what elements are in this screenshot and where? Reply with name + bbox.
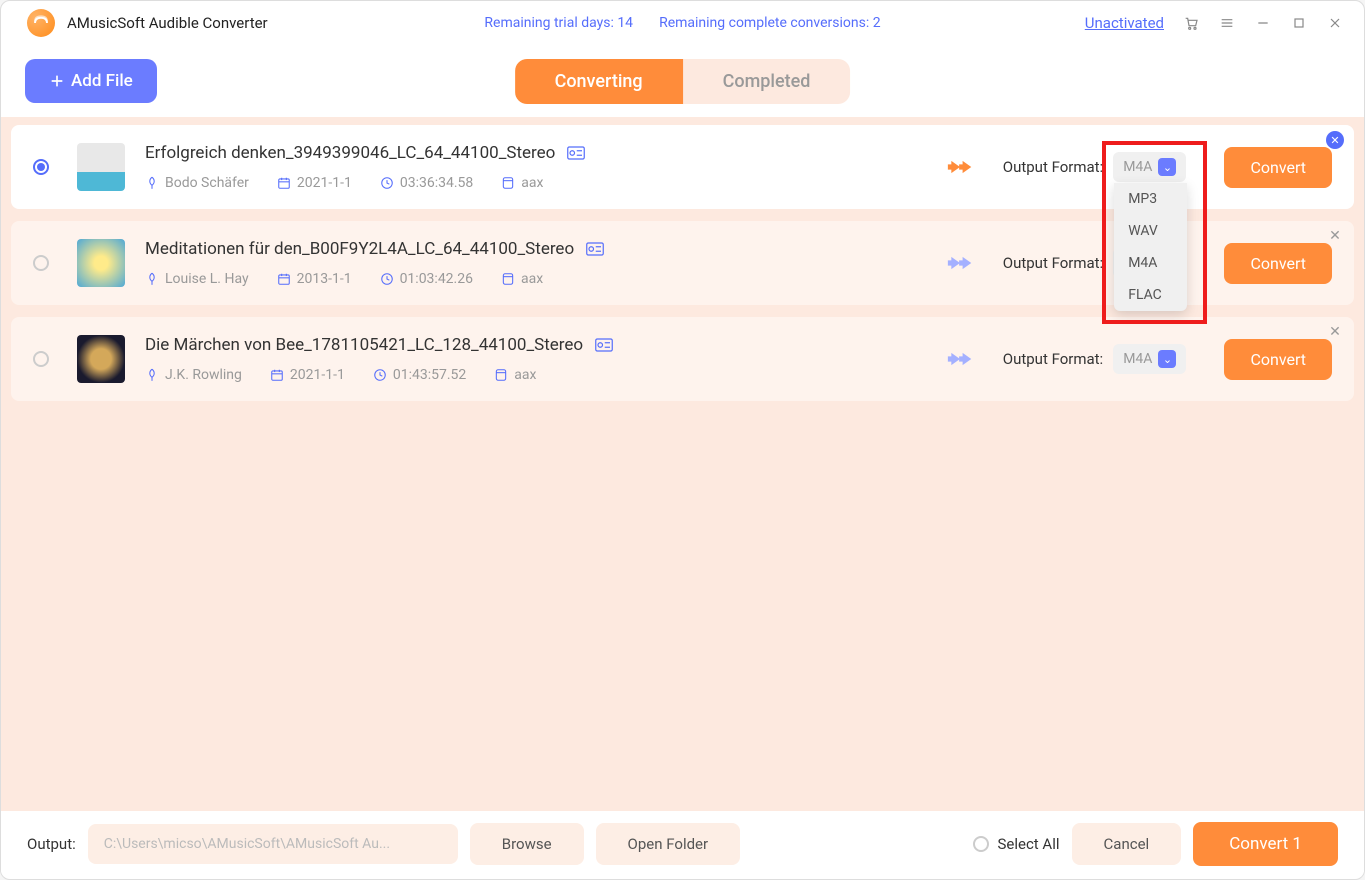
cover-art [77,335,125,383]
close-icon[interactable] [1326,14,1344,32]
app-window: AMusicSoft Audible Converter Remaining t… [0,0,1365,880]
list-item[interactable]: ✕ Die Märchen von Bee_1781105421_LC_128_… [11,317,1354,401]
tab-completed[interactable]: Completed [683,59,851,104]
arrow-icon [947,253,973,273]
convert-button[interactable]: Convert [1224,243,1332,284]
cover-art [77,143,125,191]
add-file-button[interactable]: Add File [25,59,157,103]
menu-icon[interactable] [1218,14,1236,32]
item-info: Erfolgreich denken_3949399046_LC_64_4410… [145,143,917,191]
item-title: Erfolgreich denken_3949399046_LC_64_4410… [145,143,555,163]
dropdown-option[interactable]: M4A [1114,247,1187,279]
output-format-label: Output Format: [1003,158,1103,176]
footer: Output: C:\Users\micso\AMusicSoft\AMusic… [1,811,1364,877]
remove-item-icon[interactable]: ✕ [1326,131,1344,149]
item-meta: J.K. Rowling 2021-1-1 01:43:57.52 aax [145,367,917,383]
item-radio[interactable] [33,159,49,175]
arrow-icon [947,157,973,177]
convert-button[interactable]: Convert [1224,147,1332,188]
output-label: Output: [27,835,76,853]
output-area: Output Format: M4A ⌄ [1003,344,1187,374]
tabs: Converting Completed [515,59,851,104]
toolbar: Add File Converting Completed [1,45,1364,117]
item-radio[interactable] [33,351,49,367]
chevron-down-icon: ⌄ [1158,158,1176,176]
output-format-label: Output Format: [1003,350,1103,368]
edit-metadata-icon[interactable] [567,146,585,160]
convert-all-button[interactable]: Convert 1 [1193,822,1338,866]
titlebar: AMusicSoft Audible Converter Remaining t… [1,1,1364,45]
output-path[interactable]: C:\Users\micso\AMusicSoft\AMusicSoft Au.… [88,824,458,864]
remaining-conversions: Remaining complete conversions: 2 [659,15,881,31]
edit-metadata-icon[interactable] [586,242,604,256]
item-info: Die Märchen von Bee_1781105421_LC_128_44… [145,335,917,383]
format-select[interactable]: M4A ⌄ [1113,152,1186,182]
app-title: AMusicSoft Audible Converter [67,14,268,32]
maximize-icon[interactable] [1290,14,1308,32]
format-dropdown[interactable]: MP3 WAV M4A FLAC [1114,183,1187,311]
item-info: Meditationen für den_B00F9Y2L4A_LC_64_44… [145,239,917,287]
trial-days: Remaining trial days: 14 [484,15,633,31]
select-all-radio[interactable] [973,836,989,852]
app-logo-icon [27,9,55,37]
cart-icon[interactable] [1182,14,1200,32]
output-format-label: Output Format: [1003,254,1103,272]
item-meta: Bodo Schäfer 2021-1-1 03:36:34.58 aax [145,175,917,191]
format-select[interactable]: M4A ⌄ [1113,344,1186,374]
titlebar-right: Unactivated [1085,14,1344,32]
remove-item-icon[interactable]: ✕ [1326,323,1344,341]
cancel-button[interactable]: Cancel [1072,823,1182,865]
browse-button[interactable]: Browse [470,823,584,865]
item-meta: Louise L. Hay 2013-1-1 01:03:42.26 aax [145,271,917,287]
item-title: Meditationen für den_B00F9Y2L4A_LC_64_44… [145,239,574,259]
add-file-label: Add File [71,71,133,91]
minimize-icon[interactable] [1254,14,1272,32]
trial-info: Remaining trial days: 14 Remaining compl… [484,15,880,31]
convert-button[interactable]: Convert [1224,339,1332,380]
output-area: Output Format: M4A ⌄ [1003,152,1187,182]
cover-art [77,239,125,287]
chevron-down-icon: ⌄ [1158,350,1176,368]
select-all-checkbox[interactable]: Select All [973,835,1059,853]
dropdown-option[interactable]: MP3 [1114,183,1187,215]
item-title: Die Märchen von Bee_1781105421_LC_128_44… [145,335,583,355]
remove-item-icon[interactable]: ✕ [1326,227,1344,245]
dropdown-option[interactable]: FLAC [1114,279,1187,311]
arrow-icon [947,349,973,369]
edit-metadata-icon[interactable] [595,338,613,352]
open-folder-button[interactable]: Open Folder [596,823,741,865]
item-radio[interactable] [33,255,49,271]
tab-converting[interactable]: Converting [515,59,683,104]
unactivated-link[interactable]: Unactivated [1085,14,1164,32]
dropdown-option[interactable]: WAV [1114,215,1187,247]
